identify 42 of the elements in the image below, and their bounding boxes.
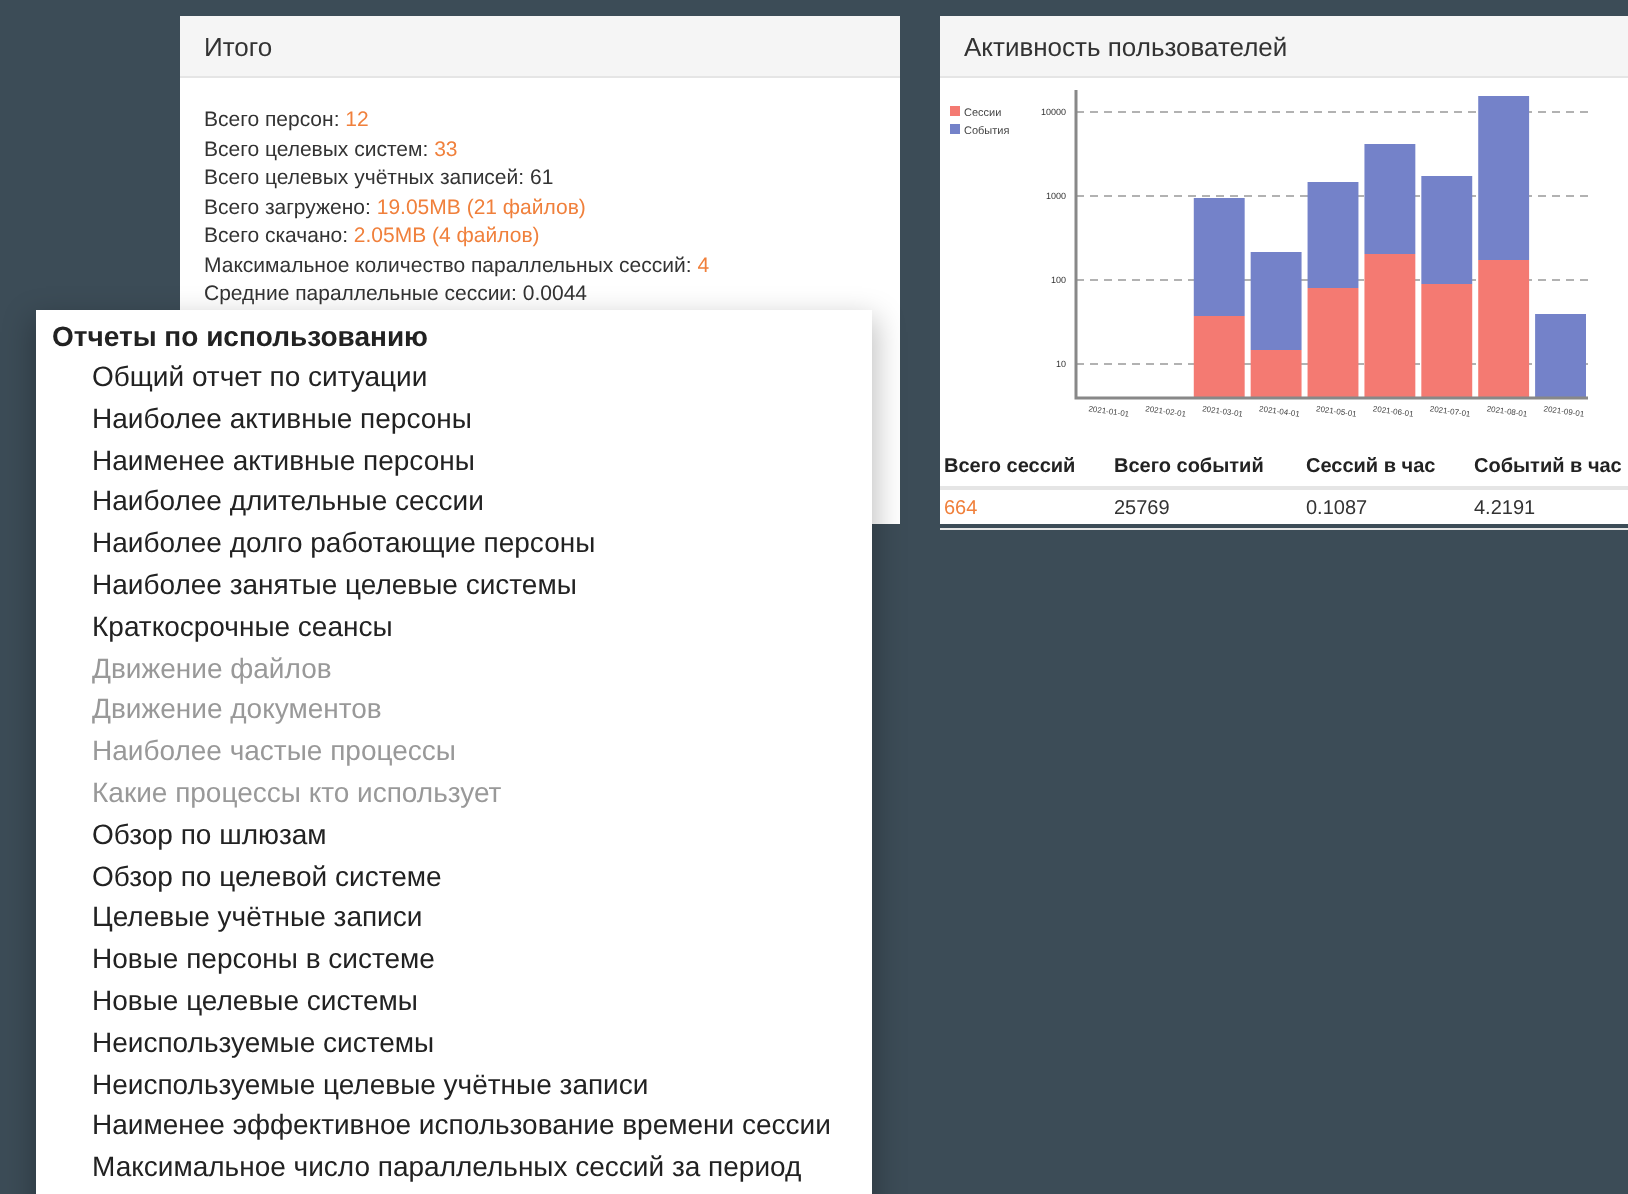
stat-line: Всего целевых учётных записей: 61 xyxy=(204,164,556,193)
chart-bar xyxy=(1307,182,1359,288)
chart-bar xyxy=(1478,260,1530,398)
stat-line: Всего целевых систем: 33 xyxy=(204,135,460,164)
stat-line: Всего скачано: 2.05MB (4 файлов) xyxy=(204,222,542,251)
menu-item[interactable]: Неиспользуемые системы xyxy=(52,1021,872,1064)
table-cell: 25769 xyxy=(1110,488,1302,529)
table-cell: 0.1087 xyxy=(1302,488,1470,529)
menu-item[interactable]: Обзор по целевой системе xyxy=(52,855,872,897)
menu-item[interactable]: Максимальное число параллельных сессий за период xyxy=(52,1146,872,1188)
stat-line: Средние параллельные сессии: 0.0044 xyxy=(204,280,590,309)
stat-line: Всего персон: 12 xyxy=(204,106,371,135)
menu-heading: Отчеты по использованию xyxy=(52,318,431,356)
column-header: Всего событий xyxy=(1110,446,1302,488)
menu-item[interactable]: Наиболее активные персоны xyxy=(52,397,872,440)
menu-item[interactable]: Новые целевые системы xyxy=(52,979,872,1022)
stat-line: Максимальное количество параллельных сессий: 4 xyxy=(204,251,712,280)
menu-item[interactable]: Краткосрочные сеансы xyxy=(52,605,872,648)
column-header: Событий в час xyxy=(1470,446,1628,488)
table-cell: 664 xyxy=(940,488,1110,529)
panel-title: Активность пользователей xyxy=(940,16,1628,78)
chart-bar xyxy=(1421,284,1473,398)
chart-bar xyxy=(1364,144,1416,254)
menu-item[interactable]: Наименее эффективное использование времени сессии xyxy=(52,1104,872,1147)
chart-bar xyxy=(1307,288,1359,398)
table-cell: 4.2191 xyxy=(1470,488,1628,529)
menu-item[interactable]: Целевые учётные записи xyxy=(52,896,872,939)
menu-item[interactable]: Наиболее долго работающие персоны xyxy=(52,522,872,564)
menu-item[interactable]: Обзор по шлюзам xyxy=(52,813,872,856)
chart-bar xyxy=(1535,314,1586,398)
menu-item[interactable]: Наименее активные персоны xyxy=(52,439,872,481)
menu-item[interactable]: Неиспользуемые целевые учётные записи xyxy=(52,1063,872,1105)
chart-bar xyxy=(1421,176,1473,284)
stat-line: Всего загружено: 19.05MB (21 файлов) xyxy=(204,193,588,222)
menu-item[interactable]: Общий отчет по ситуации xyxy=(52,356,872,398)
menu-item[interactable]: Наиболее длительные сессии xyxy=(52,480,872,523)
column-header: Всего сессий xyxy=(940,446,1110,488)
panel-title: Итого xyxy=(180,16,900,78)
menu-item[interactable]: Наиболее занятые целевые системы xyxy=(52,563,872,606)
chart-bar xyxy=(1364,254,1416,398)
menu-item[interactable]: Новые персоны в системе xyxy=(52,938,872,980)
column-header: Сессий в час xyxy=(1302,446,1470,488)
